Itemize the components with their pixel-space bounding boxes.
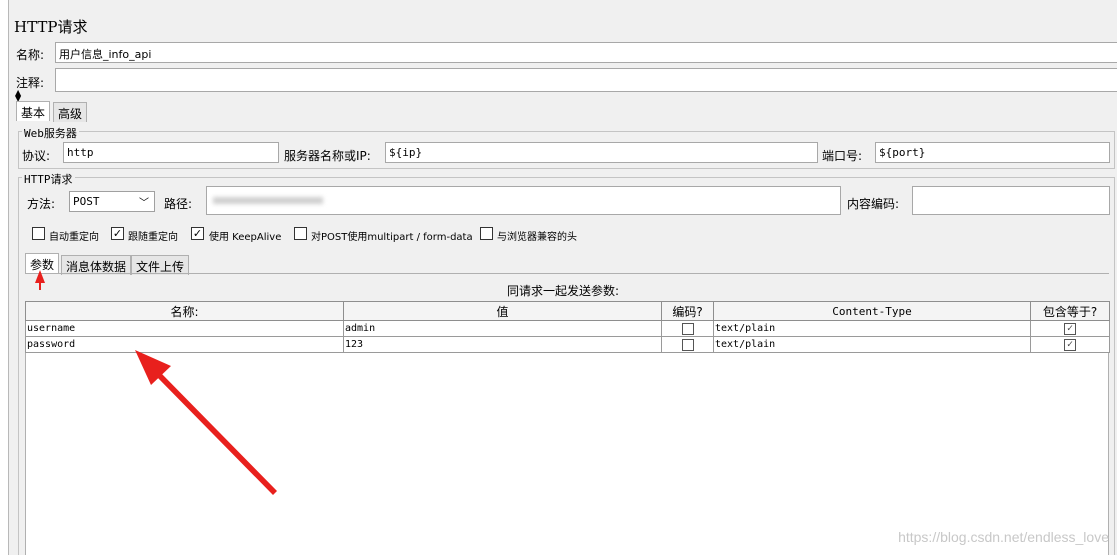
param-content-type-cell[interactable]: text/plain [713, 336, 1031, 353]
path-input[interactable] [206, 186, 841, 215]
param-name-cell[interactable]: username [25, 320, 344, 337]
params-caption: 同请求一起发送参数: [507, 284, 620, 298]
protocol-input[interactable]: http [63, 142, 279, 163]
page-title: HTTP请求 [14, 18, 88, 36]
param-content-type-cell[interactable]: text/plain [713, 320, 1031, 337]
tab-body-data[interactable]: 消息体数据 [61, 255, 132, 275]
browser-headers-label: 与浏览器兼容的头 [497, 232, 577, 243]
browser-headers-checkbox[interactable] [480, 227, 493, 240]
encode-checkbox[interactable] [681, 322, 694, 335]
param-include-equals-cell[interactable]: ✓ [1030, 336, 1110, 353]
follow-redirect-label: 跟随重定向 [128, 232, 178, 243]
follow-redirect-checkbox[interactable]: ✓ [111, 227, 124, 240]
web-server-group-title: Web服务器 [22, 125, 79, 141]
table-row[interactable]: password 123 text/plain ✓ [25, 336, 1110, 353]
watermark: https://blog.csdn.net/endless_love [898, 529, 1109, 545]
keepalive-label: 使用 KeepAlive [209, 232, 282, 243]
http-request-panel: HTTP请求 名称: 用户信息_info_api 注释: ▲ ▼ 基本 高级 We… [8, 0, 1117, 555]
tab-parameters[interactable]: 参数 [25, 253, 60, 273]
encode-checkbox[interactable] [681, 338, 694, 351]
tab-divider [25, 273, 1109, 274]
multipart-checkbox[interactable] [294, 227, 307, 240]
auto-redirect-label: 自动重定向 [49, 232, 99, 243]
col-header-encode[interactable]: 编码? [661, 301, 714, 321]
tab-file-upload[interactable]: 文件上传 [131, 255, 190, 275]
redacted-path [213, 197, 323, 204]
col-header-content-type[interactable]: Content-Type [713, 301, 1031, 321]
col-header-name[interactable]: 名称: [25, 301, 344, 321]
param-encode-cell[interactable] [661, 336, 714, 353]
http-request-group-title: HTTP请求 [22, 171, 75, 187]
param-encode-cell[interactable] [661, 320, 714, 337]
keepalive-checkbox[interactable]: ✓ [191, 227, 204, 240]
param-include-equals-cell[interactable]: ✓ [1030, 320, 1110, 337]
method-select-value: POST [73, 195, 100, 208]
include-equals-checkbox[interactable]: ✓ [1064, 338, 1076, 351]
content-encoding-input[interactable] [912, 186, 1110, 215]
params-header-row: 名称: 值 编码? Content-Type 包含等于? [25, 301, 1110, 321]
col-header-include-equals[interactable]: 包含等于? [1030, 301, 1110, 321]
tab-basic[interactable]: 基本 [16, 101, 51, 121]
include-equals-checkbox[interactable]: ✓ [1064, 322, 1076, 335]
port-label: 端口号: [822, 149, 863, 163]
path-label: 路径: [164, 197, 193, 211]
params-table: 名称: 值 编码? Content-Type 包含等于? username ad… [25, 301, 1110, 353]
auto-redirect-checkbox[interactable] [32, 227, 45, 240]
protocol-label: 协议: [22, 149, 51, 163]
table-row[interactable]: username admin text/plain ✓ [25, 320, 1110, 337]
content-encoding-label: 内容编码: [847, 197, 900, 211]
server-input[interactable]: ${ip} [385, 142, 818, 163]
chevron-down-icon: ﹀ [139, 198, 149, 209]
multipart-label: 对POST使用multipart / form-data [311, 232, 473, 243]
param-value-cell[interactable]: admin [343, 320, 662, 337]
param-value-cell[interactable]: 123 [343, 336, 662, 353]
param-name-cell[interactable]: password [25, 336, 344, 353]
method-select[interactable]: POST ﹀ [69, 191, 155, 212]
tab-advanced[interactable]: 高级 [53, 102, 88, 122]
name-input[interactable]: 用户信息_info_api [55, 42, 1117, 63]
method-label: 方法: [27, 197, 56, 211]
name-label: 名称: [16, 48, 45, 62]
col-header-value[interactable]: 值 [343, 301, 662, 321]
port-input[interactable]: ${port} [875, 142, 1110, 163]
comment-input[interactable] [55, 68, 1117, 92]
server-label: 服务器名称或IP: [284, 149, 371, 163]
